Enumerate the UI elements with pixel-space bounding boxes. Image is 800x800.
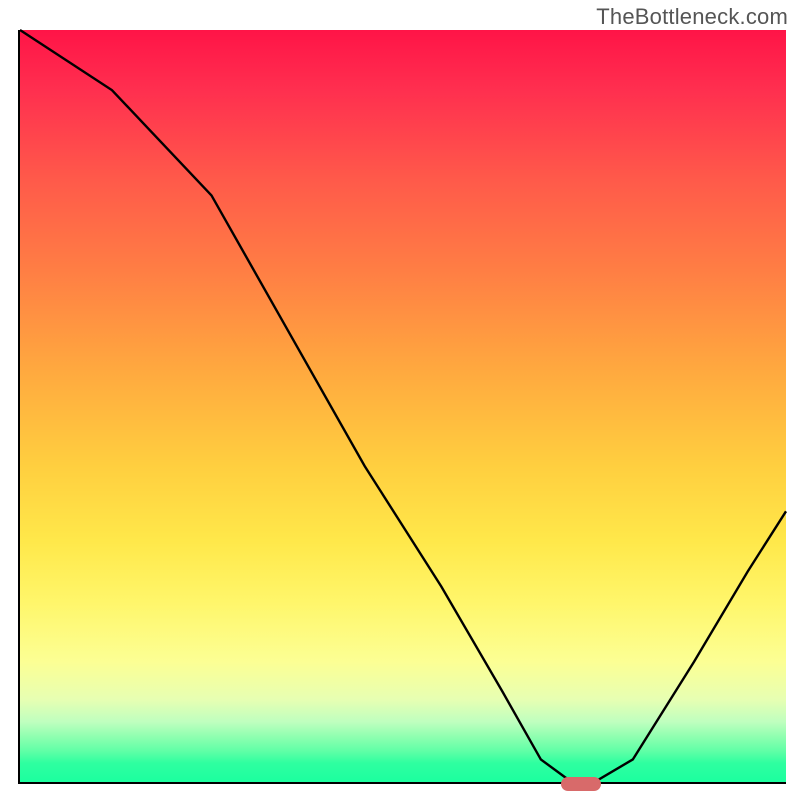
watermark-text: TheBottleneck.com bbox=[596, 4, 788, 30]
optimal-marker bbox=[561, 777, 601, 791]
chart-container: TheBottleneck.com bbox=[0, 0, 800, 800]
curve-svg bbox=[20, 30, 786, 782]
plot-area bbox=[18, 30, 786, 784]
bottleneck-curve-path bbox=[20, 30, 786, 782]
